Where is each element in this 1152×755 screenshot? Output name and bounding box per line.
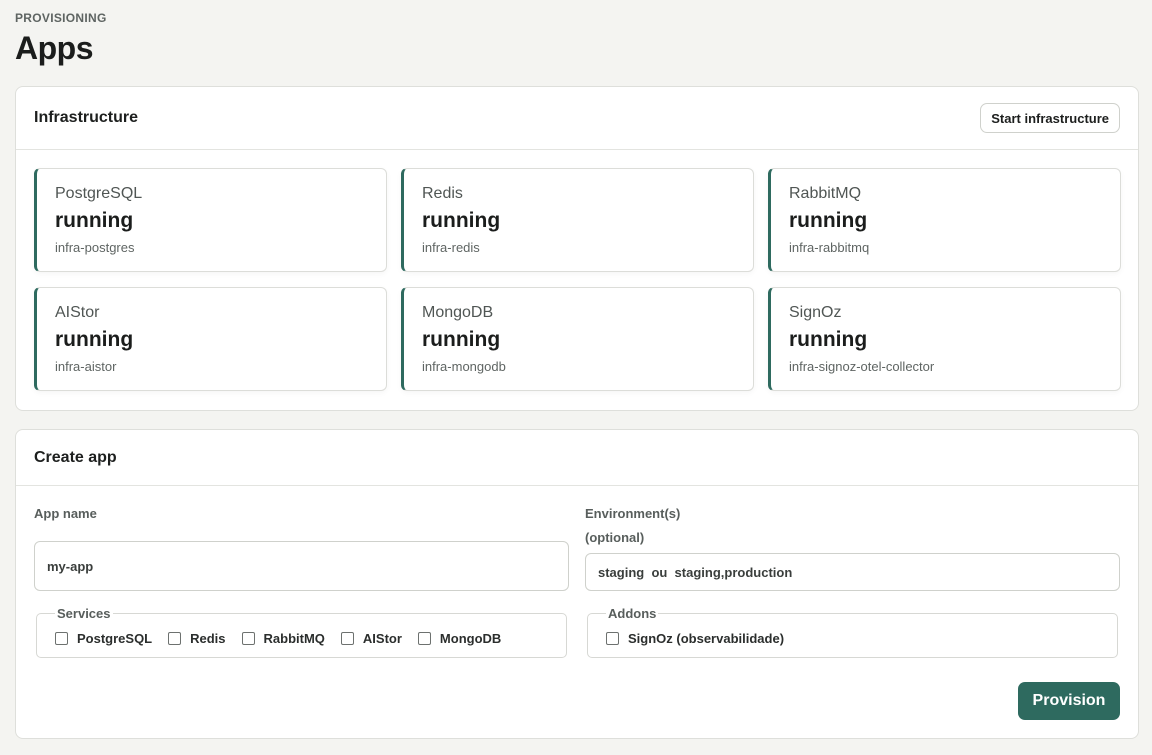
service-status: running [789,209,868,232]
service-card-aistor: AIStor running infra-aistor [34,287,387,391]
start-infrastructure-button[interactable]: Start infrastructure [980,103,1120,133]
checkbox-label: SignOz (observabilidade) [628,630,785,646]
service-status: running [422,209,501,232]
infra-services-grid: PostgreSQL running infra-postgres Redis … [34,168,1121,391]
postgresql-checkbox[interactable] [55,631,68,645]
app-name-label: App name [34,506,97,521]
page-title: Apps [15,30,94,66]
service-option-postgresql[interactable]: PostgreSQL [55,631,152,646]
rabbitmq-checkbox[interactable] [241,631,255,645]
service-container: infra-postgres [55,240,135,255]
service-name: RabbitMQ [789,185,862,202]
service-card-redis: Redis running infra-redis [401,168,754,272]
service-name: PostgreSQL [55,185,143,202]
infrastructure-header: Infrastructure Start infrastructure [16,87,1138,150]
service-container: infra-redis [422,240,480,255]
addons-fieldset: Addons SignOz (observabilidade) [587,606,1118,658]
environment-label: Environment(s) [585,506,681,521]
service-name: Redis [422,185,463,202]
service-option-redis[interactable]: Redis [168,630,226,646]
services-legend: Services [57,606,111,621]
service-option-mongodb[interactable]: MongoDB [417,630,502,646]
infrastructure-card: Infrastructure Start infrastructure Post… [15,86,1139,411]
service-status: running [422,328,501,351]
services-fieldset: Services PostgreSQL Redis RabbitMQ AISto… [36,606,567,658]
service-container: infra-mongodb [422,359,506,374]
environment-optional-note: (optional) [585,530,645,545]
service-name: SignOz [789,304,842,321]
service-option-aistor[interactable]: AIStor [340,630,402,646]
addons-checkbox-row: SignOz (observabilidade) [606,619,1099,657]
service-card-postgresql: PostgreSQL running infra-postgres [34,168,387,272]
service-status: running [55,328,134,351]
service-card-signoz: SignOz running infra-signoz-otel-collect… [768,287,1121,391]
services-checkbox-row: PostgreSQL Redis RabbitMQ AIStor MongoDB [55,619,548,657]
provision-button[interactable]: Provision [1018,682,1120,720]
app-name-input[interactable] [34,541,569,591]
addons-legend: Addons [608,606,657,621]
service-container: infra-aistor [55,359,117,374]
checkbox-label: AIStor [362,630,402,646]
service-container: infra-signoz-otel-collector [789,359,935,374]
addon-option-signoz[interactable]: SignOz (observabilidade) [606,631,784,646]
service-status: running [55,209,134,232]
checkbox-label: MongoDB [439,630,502,646]
signoz-checkbox[interactable] [606,631,619,645]
aistor-checkbox[interactable] [340,631,354,645]
create-app-title: Create app [34,448,117,466]
service-status: running [789,328,868,351]
infrastructure-title: Infrastructure [34,109,139,126]
environment-input[interactable] [585,553,1120,591]
checkbox-label: Redis [190,630,226,646]
checkbox-label: PostgreSQL [77,630,153,646]
create-app-header: Create app [16,430,1138,486]
mongodb-checkbox[interactable] [417,631,431,645]
service-name: MongoDB [422,304,494,321]
service-option-rabbitmq[interactable]: RabbitMQ [241,630,325,646]
service-name: AIStor [55,304,100,321]
page-eyebrow: PROVISIONING [15,11,107,25]
service-card-rabbitmq: RabbitMQ running infra-rabbitmq [768,168,1121,272]
create-app-card: Create app App name Environment(s) (opti… [15,429,1139,739]
checkbox-label: RabbitMQ [263,630,325,646]
service-card-mongodb: MongoDB running infra-mongodb [401,287,754,391]
service-container: infra-rabbitmq [789,240,870,255]
redis-checkbox[interactable] [168,631,182,645]
